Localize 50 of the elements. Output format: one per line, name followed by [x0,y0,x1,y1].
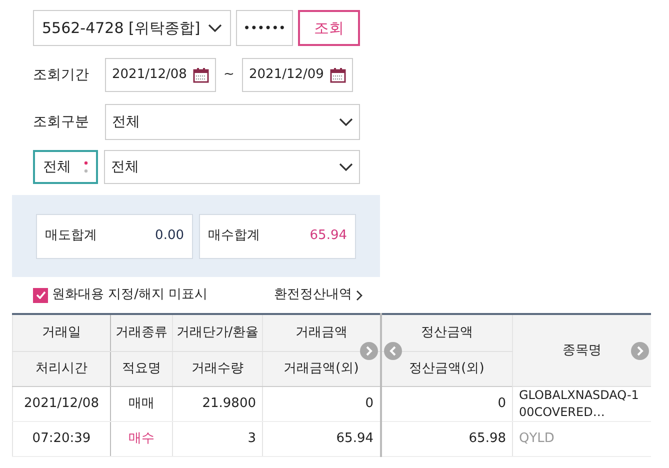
table-cell: 2021/12/08 [12,386,110,421]
search-button[interactable]: 조회 [298,10,360,46]
summary-value: 65.94 [310,227,347,246]
query-type-select[interactable]: 전체 [105,104,360,140]
table-cell: 21.9800 [172,386,262,421]
column-header: 거래금액(외) [262,351,380,386]
check-icon [36,291,46,299]
column-header: 거래수량 [172,351,262,386]
dots-icon [84,161,88,173]
column-header: 거래일 [12,314,110,351]
filter-select[interactable]: 전체 [33,150,98,184]
password-field[interactable]: •••••• [236,10,293,46]
column-header: 거래단가/환율 [172,314,262,351]
arrow-left-icon[interactable] [384,342,402,360]
exchange-link[interactable]: 환전정산내역 [274,285,352,305]
checkbox[interactable] [33,288,48,302]
chevron-down-icon [339,163,353,171]
table-cell: 매수 [110,421,172,456]
summary-label: 매도합계 [45,227,97,246]
chevron-down-icon [208,24,222,32]
calendar-icon [330,67,346,83]
table-cell: GLOBALXNASDAQ-100COVERED… [512,386,650,421]
column-header: 거래종류 [110,314,172,351]
column-header: 종목명 [512,314,650,386]
chevron-right-icon[interactable] [356,290,363,300]
table-cell: 07:20:39 [12,421,110,456]
table-cell: 0 [380,386,512,421]
table-cell: 65.98 [380,421,512,456]
filter-value-select[interactable]: 전체 [104,150,360,184]
column-header: 처리시간 [12,351,110,386]
table-cell: 65.94 [262,421,380,456]
summary-value: 0.00 [155,227,184,246]
arrow-right-icon[interactable] [360,342,378,360]
calendar-icon [193,67,209,83]
chevron-down-icon [339,118,353,126]
table-cell: 0 [262,386,380,421]
end-date-field[interactable]: 2021/12/09 [242,58,353,92]
arrow-right-icon[interactable] [630,342,648,360]
table-cell: QYLD [512,421,650,456]
checkbox-label: 원화대용 지정/해지 미표시 [52,286,208,304]
range-separator: ~ [222,66,236,84]
start-date-field[interactable]: 2021/12/08 [105,58,216,92]
column-header: 정산금액(외) [380,351,512,386]
column-header: 적요명 [110,351,172,386]
period-label: 조회기간 [33,66,90,84]
table-cell: 매매 [110,386,172,421]
account-select[interactable]: 5562-4728 [위탁종합] [33,10,231,46]
table-cell: 3 [172,421,262,456]
query-type-label: 조회구분 [33,112,90,132]
summary-label: 매수합계 [208,227,260,246]
